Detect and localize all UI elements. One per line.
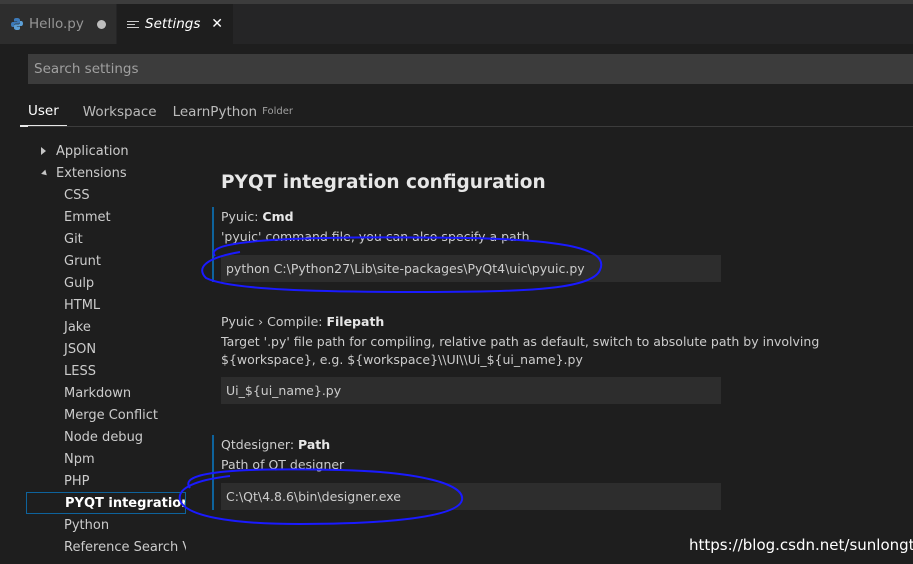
tree-item-label: Git xyxy=(64,231,83,247)
tab-workspace[interactable]: Workspace xyxy=(83,96,157,127)
setting-description: Path of QT designer xyxy=(221,457,345,472)
tree-item-python[interactable]: Python xyxy=(26,514,186,536)
tree-item-merge-conflict[interactable]: Merge Conflict xyxy=(26,404,186,426)
close-icon[interactable]: ✕ xyxy=(211,16,223,32)
tree-item-label: Node debug xyxy=(64,429,144,445)
tree-item-label: PYQT integration ... xyxy=(65,495,186,511)
tab-workspace-label: Workspace xyxy=(82,103,157,120)
tree-item-label: Markdown xyxy=(64,385,132,401)
unsaved-dot-icon[interactable] xyxy=(97,19,106,29)
setting-key: Cmd xyxy=(262,209,294,224)
setting-title: Pyuic › Compile: Filepath xyxy=(221,312,912,332)
tree-item-markdown[interactable]: Markdown xyxy=(26,382,186,404)
tab-label: Hello.py xyxy=(29,16,84,32)
setting-description: 'pyuic' command file, you can also speci… xyxy=(221,229,530,244)
setting-qtdesigner-path: Qtdesigner: Path Path of QT designer C:\… xyxy=(212,435,912,510)
input-value: C:\Qt\4.8.6\bin\designer.exe xyxy=(226,489,401,504)
tab-user[interactable]: User xyxy=(20,96,67,127)
divider xyxy=(28,126,913,127)
tree-item-html[interactable]: HTML xyxy=(26,294,186,316)
tab-label: Settings xyxy=(145,16,201,32)
python-icon xyxy=(11,18,23,30)
folder-tag: Folder xyxy=(262,106,294,117)
search-input[interactable]: Search settings xyxy=(28,54,913,84)
tree-item-label: LESS xyxy=(64,363,96,379)
compile-filepath-input[interactable]: Ui_${ui_name}.py xyxy=(221,377,721,404)
tree-item-jake[interactable]: Jake xyxy=(26,316,186,338)
settings-file-icon xyxy=(127,20,139,28)
tree-item-label: HTML xyxy=(64,297,101,313)
tree-item-label: Npm xyxy=(64,451,95,467)
tree-item-label: Grunt xyxy=(64,253,101,269)
tree-item-label: Python xyxy=(64,517,110,533)
setting-pyuic-cmd: Pyuic: Cmd 'pyuic' command file, you can… xyxy=(212,207,912,282)
search-placeholder: Search settings xyxy=(34,61,139,77)
tree-item-label: Reference Search V... xyxy=(64,539,186,555)
setting-title: Qtdesigner: Path xyxy=(221,435,912,455)
tree-item-node-debug[interactable]: Node debug xyxy=(26,426,186,448)
tree-item-css[interactable]: CSS xyxy=(26,184,186,206)
tree-item-label: Application xyxy=(56,143,129,159)
tree-item-label: Extensions xyxy=(56,165,127,181)
tree-item-reference-search[interactable]: Reference Search V... xyxy=(26,536,186,558)
setting-key: Filepath xyxy=(326,314,385,329)
tree-item-label: Emmet xyxy=(64,209,111,225)
setting-key: Path xyxy=(298,437,331,452)
editor-tab-bar: Hello.py Settings ✕ xyxy=(0,0,913,44)
tree-item-label: PHP xyxy=(64,473,90,489)
settings-scope-tabs: User Workspace LearnPython Folder xyxy=(20,96,309,127)
setting-category: Pyuic: xyxy=(221,209,263,224)
setting-category: Pyuic › Compile: xyxy=(221,314,327,329)
chevron-right-icon xyxy=(41,147,46,155)
tree-item-extensions[interactable]: Extensions xyxy=(26,162,186,184)
tree-item-label: Merge Conflict xyxy=(64,407,159,423)
tree-item-npm[interactable]: Npm xyxy=(26,448,186,470)
tab-settings[interactable]: Settings ✕ xyxy=(117,4,233,44)
tab-folder[interactable]: LearnPython Folder xyxy=(173,96,293,127)
pyuic-cmd-input[interactable]: python C:\Python27\Lib\site-packages\PyQ… xyxy=(221,255,721,282)
tab-hello-py[interactable]: Hello.py xyxy=(0,4,117,44)
tree-item-emmet[interactable]: Emmet xyxy=(26,206,186,228)
qtdesigner-path-input[interactable]: C:\Qt\4.8.6\bin\designer.exe xyxy=(221,483,721,510)
tree-item-gulp[interactable]: Gulp xyxy=(26,272,186,294)
tree-item-label: JSON xyxy=(64,341,97,357)
tree-item-git[interactable]: Git xyxy=(26,228,186,250)
setting-description: Target '.py' file path for compiling, re… xyxy=(221,334,820,367)
tree-item-label: Gulp xyxy=(64,275,95,291)
tree-item-php[interactable]: PHP xyxy=(26,470,186,492)
settings-tree: Application Extensions CSS Emmet Git Gru… xyxy=(26,140,186,558)
tree-item-less[interactable]: LESS xyxy=(26,360,186,382)
setting-category: Qtdesigner: xyxy=(221,437,299,452)
watermark: https://blog.csdn.net/sunlongtu xyxy=(689,536,913,554)
input-value: python C:\Python27\Lib\site-packages\PyQ… xyxy=(226,261,585,276)
tree-item-label: Jake xyxy=(64,319,91,335)
tree-item-json[interactable]: JSON xyxy=(26,338,186,360)
tree-item-grunt[interactable]: Grunt xyxy=(26,250,186,272)
setting-pyuic-compile-filepath: Pyuic › Compile: Filepath Target '.py' f… xyxy=(212,312,912,404)
tab-folder-label: LearnPython xyxy=(172,103,258,120)
tree-item-label: CSS xyxy=(64,187,90,203)
setting-title: Pyuic: Cmd xyxy=(221,207,912,227)
tree-item-pyqt-integration[interactable]: PYQT integration ... xyxy=(26,492,186,514)
section-title: PYQT integration configuration xyxy=(221,172,546,193)
input-value: Ui_${ui_name}.py xyxy=(226,383,342,398)
tab-user-label: User xyxy=(28,102,59,119)
tree-item-application[interactable]: Application xyxy=(26,140,186,162)
